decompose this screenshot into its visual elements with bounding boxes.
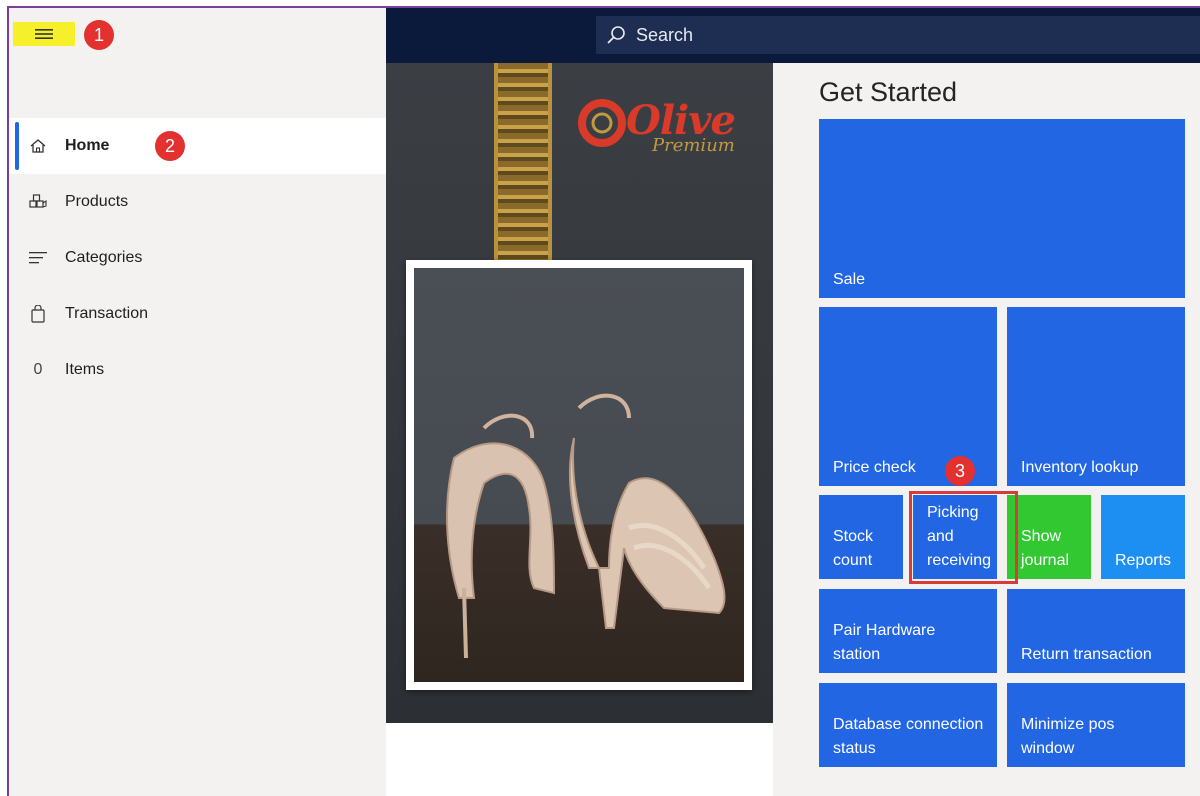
page-title: Get Started (819, 77, 958, 107)
top-bar: Search (386, 8, 1200, 63)
tile-sale[interactable]: Sale (819, 119, 1185, 298)
product-photo (406, 260, 752, 690)
hamburger-icon (35, 28, 53, 40)
search-input[interactable]: Search (636, 25, 693, 46)
sidebar-item-transaction[interactable]: Transaction (9, 286, 386, 342)
tile-pair-hardware-station[interactable]: Pair Hardware station (819, 589, 997, 673)
sidebar-item-products[interactable]: Products (9, 174, 386, 230)
products-icon (27, 191, 49, 213)
sidebar-item-label: Transaction (65, 305, 148, 322)
sidebar-nav: Home 2 Products Categories Transaction 0… (9, 118, 386, 398)
sidebar: 1 Home 2 Products Categories Transaction… (9, 8, 386, 796)
store-logo: Olive Premium (574, 93, 744, 163)
logo-subtext: Premium (652, 135, 735, 156)
get-started-panel: Get Started Sale Price check Inventory l… (773, 63, 1200, 796)
tile-picking-and-receiving[interactable]: Picking and receiving (913, 495, 997, 579)
tile-reports[interactable]: Reports (1101, 495, 1185, 579)
tile-label: Return transaction (1021, 646, 1152, 663)
hamburger-menu-button[interactable] (13, 22, 75, 46)
tile-label: Picking and receiving (927, 504, 992, 569)
tile-label: Reports (1115, 552, 1172, 569)
tile-label: Pair Hardware station (833, 622, 936, 663)
app-window: 1 Home 2 Products Categories Transaction… (7, 6, 1200, 796)
sandals-image (414, 268, 744, 682)
sidebar-item-home[interactable]: Home 2 (9, 118, 386, 174)
tile-stock-count[interactable]: Stock count (819, 495, 903, 579)
sidebar-item-label: Categories (65, 249, 143, 266)
tile-label: Show journal (1021, 528, 1070, 569)
tile-label: Minimize pos window (1021, 716, 1115, 757)
sidebar-item-categories[interactable]: Categories (9, 230, 386, 286)
home-icon (27, 135, 49, 157)
tile-return-transaction[interactable]: Return transaction (1007, 589, 1185, 673)
annotation-callout-3: 3 (945, 456, 975, 486)
shopping-bag-icon (27, 303, 49, 325)
tile-database-connection-status[interactable]: Database connection status (819, 683, 997, 767)
tile-label: Inventory lookup (1021, 459, 1139, 476)
item-count-badge: 0 (33, 361, 43, 378)
annotation-callout-2: 2 (155, 131, 185, 161)
tile-label: Database connection status (833, 716, 984, 757)
sidebar-item-label: Products (65, 193, 129, 210)
store-hero-image: Olive Premium (386, 63, 773, 723)
search-box[interactable]: Search (596, 16, 1200, 54)
tile-inventory-lookup[interactable]: Inventory lookup (1007, 307, 1185, 486)
sidebar-item-items[interactable]: 0 Items (9, 342, 386, 398)
hero-bottom-space (386, 723, 773, 796)
tile-label: Stock count (833, 528, 874, 569)
categories-icon (27, 247, 49, 269)
search-icon (606, 25, 626, 45)
tile-show-journal[interactable]: Show journal (1007, 495, 1091, 579)
tile-label: Sale (833, 271, 866, 288)
tile-minimize-pos-window[interactable]: Minimize pos window (1007, 683, 1185, 767)
sidebar-item-label: Home (65, 137, 110, 154)
sidebar-item-label: Items (65, 361, 105, 378)
annotation-callout-1: 1 (84, 20, 114, 50)
